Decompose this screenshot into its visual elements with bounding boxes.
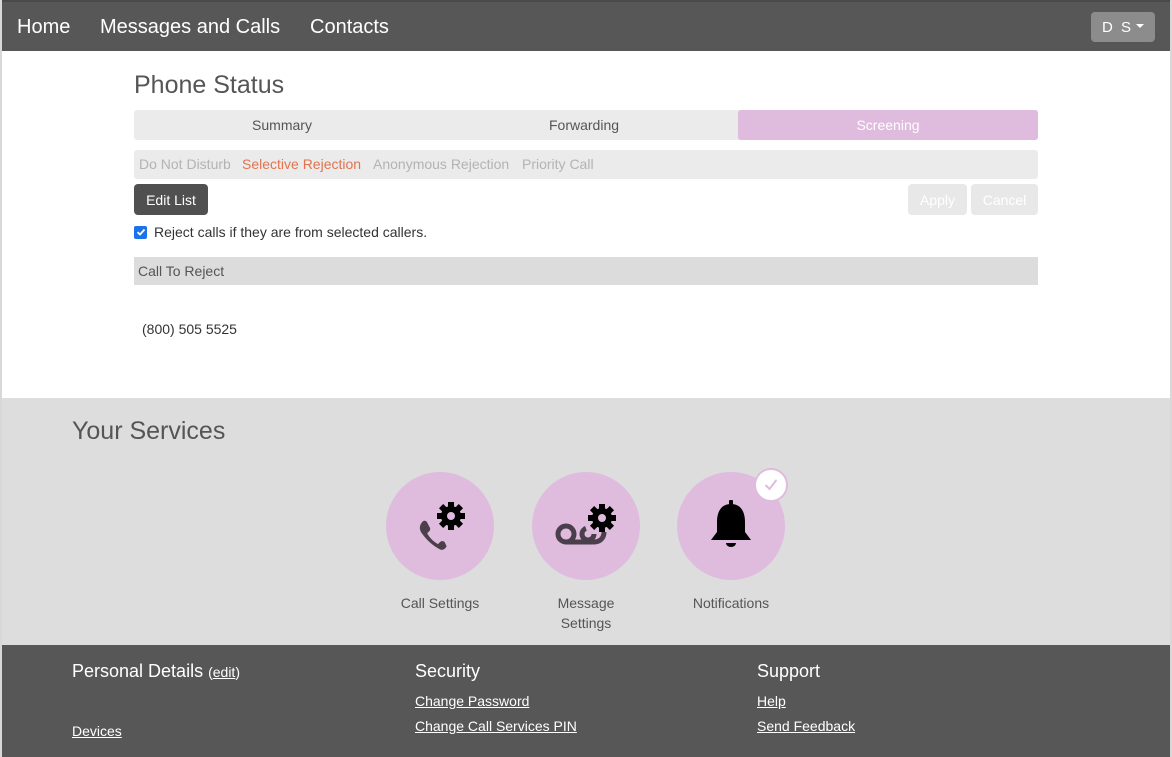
phone-gear-icon xyxy=(419,502,465,550)
nav-home[interactable]: Home xyxy=(17,16,70,39)
subtab-selective-rejection[interactable]: Selective Rejection xyxy=(242,150,361,179)
tab-forwarding[interactable]: Forwarding xyxy=(434,110,734,140)
cancel-button[interactable]: Cancel xyxy=(971,184,1038,215)
caret-down-icon xyxy=(1136,24,1144,28)
notifications-label: Notifications xyxy=(692,595,770,611)
enabled-check-badge xyxy=(754,468,788,502)
nav-contacts[interactable]: Contacts xyxy=(310,16,389,39)
security-heading: Security xyxy=(415,661,481,681)
reject-calls-label: Reject calls if they are from selected c… xyxy=(154,224,428,240)
phone-status-tabs: Summary Forwarding Screening xyxy=(134,110,1038,140)
services-title: Your Services xyxy=(72,417,226,445)
check-icon xyxy=(765,479,777,491)
subtab-priority-call[interactable]: Priority Call xyxy=(522,150,594,179)
change-password-link[interactable]: Change Password xyxy=(415,693,529,709)
top-navbar: Home Messages and Calls Contacts D S xyxy=(2,0,1170,51)
message-settings-circle xyxy=(532,472,640,580)
support-heading: Support xyxy=(757,661,821,681)
reject-calls-option: Reject calls if they are from selected c… xyxy=(134,224,427,240)
help-link[interactable]: Help xyxy=(757,693,786,709)
call-settings-circle xyxy=(386,472,494,580)
service-message-settings[interactable]: Message Settings xyxy=(530,472,642,633)
personal-details-title: Personal Details xyxy=(72,661,204,681)
checkmark-icon xyxy=(136,228,145,236)
reject-calls-checkbox[interactable] xyxy=(134,225,147,239)
personal-details-heading: Personal Details (edit) xyxy=(72,661,240,682)
edit-personal-details-link[interactable]: edit xyxy=(213,664,236,680)
rejected-number-row: (800) 505 5525 xyxy=(142,321,237,337)
user-initials: D S xyxy=(1101,18,1133,36)
message-settings-label: Message Settings xyxy=(557,595,615,631)
apply-button[interactable]: Apply xyxy=(908,184,967,215)
call-settings-label: Call Settings xyxy=(400,595,480,611)
screening-subtabs: Do Not Disturb Selective Rejection Anony… xyxy=(134,150,1038,179)
subtab-do-not-disturb[interactable]: Do Not Disturb xyxy=(139,150,231,179)
tab-screening[interactable]: Screening xyxy=(738,110,1038,140)
devices-link[interactable]: Devices xyxy=(72,723,122,739)
send-feedback-link[interactable]: Send Feedback xyxy=(757,718,855,734)
user-menu-button[interactable]: D S xyxy=(1091,12,1155,42)
voicemail-gear-icon xyxy=(555,504,616,545)
edit-list-button[interactable]: Edit List xyxy=(134,184,208,215)
service-notifications[interactable]: Notifications xyxy=(676,468,788,613)
phone-status-section: Phone Status Summary Forwarding Screenin… xyxy=(2,51,1170,398)
page-title: Phone Status xyxy=(134,71,285,99)
nav-messages-and-calls[interactable]: Messages and Calls xyxy=(100,16,280,39)
subtab-anonymous-rejection[interactable]: Anonymous Rejection xyxy=(373,150,509,179)
notifications-circle xyxy=(677,468,788,580)
change-pin-link[interactable]: Change Call Services PIN xyxy=(415,718,577,734)
your-services-section: Your Services Call Settings Message Sett… xyxy=(2,398,1170,645)
service-call-settings[interactable]: Call Settings xyxy=(385,472,495,613)
tab-summary[interactable]: Summary xyxy=(134,110,430,140)
personal-details-edit: (edit) xyxy=(208,664,240,680)
footer: Personal Details (edit) Devices Security… xyxy=(2,645,1170,757)
call-to-reject-header: Call To Reject xyxy=(134,257,1038,285)
